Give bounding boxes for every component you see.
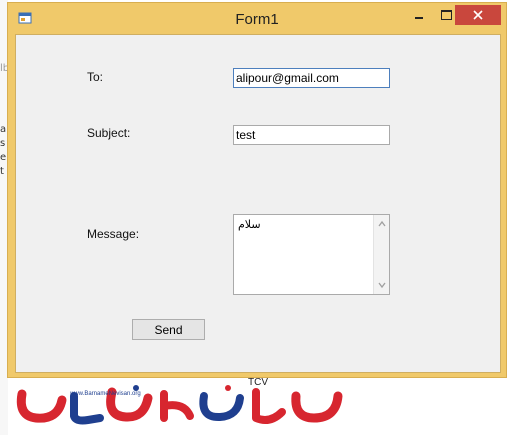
title-bar[interactable]: Form1	[8, 3, 506, 34]
background-text: e	[0, 152, 7, 163]
background-text: a	[0, 124, 7, 135]
background-text: s	[0, 138, 6, 149]
logo-site-text: www.BarnameNevisan.org	[69, 391, 141, 397]
message-text: سلام	[238, 218, 261, 231]
message-scrollbar[interactable]	[373, 215, 389, 294]
form-client-area: To: Subject: Message: سلام Send	[15, 34, 501, 373]
form-window: Form1 To: Subject: Message: سلام	[7, 2, 507, 378]
barnamenevisan-logo: www.BarnameNevisan.org	[16, 385, 343, 425]
to-input[interactable]	[233, 68, 390, 88]
minimize-button[interactable]	[406, 5, 432, 25]
close-icon	[473, 10, 483, 20]
scroll-up-icon[interactable]	[377, 219, 387, 229]
background-text: t	[0, 166, 4, 177]
maximize-icon	[440, 10, 452, 20]
close-button[interactable]	[455, 5, 501, 25]
message-label: Message:	[87, 227, 140, 241]
subject-label: Subject:	[87, 126, 131, 140]
scroll-down-icon[interactable]	[377, 280, 387, 290]
subject-input[interactable]	[233, 125, 390, 145]
minimize-icon	[415, 17, 423, 19]
send-button[interactable]: Send	[132, 319, 205, 340]
to-label: To:	[87, 70, 104, 84]
message-textarea[interactable]: سلام	[233, 214, 390, 295]
